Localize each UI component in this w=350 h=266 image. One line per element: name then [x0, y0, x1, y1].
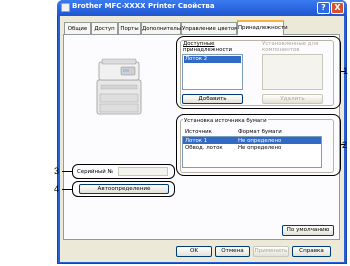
paper-source-label: Установка источника бумаги: [183, 118, 268, 124]
row-1-format: Не определено: [238, 138, 282, 144]
callout-2-number: 2: [342, 140, 348, 150]
remove-button[interactable]: Удалить: [262, 94, 323, 104]
callout-4-leader: [62, 189, 72, 190]
installed-options-label-2: компонентов: [262, 47, 300, 53]
ok-button[interactable]: OK: [176, 246, 212, 257]
apply-button[interactable]: Применить: [253, 246, 289, 257]
tab-accessories[interactable]: Принадлежности: [237, 20, 288, 35]
add-button[interactable]: Добавить: [182, 94, 243, 104]
tab-ports[interactable]: Порты: [118, 22, 141, 34]
restore-defaults-button[interactable]: По умолчанию: [282, 225, 334, 236]
source-column-header: Источник: [185, 129, 212, 135]
tab-general[interactable]: Общие: [64, 22, 91, 34]
tab-advanced[interactable]: Дополнительно: [141, 22, 187, 34]
list-item[interactable]: Лоток 2: [184, 56, 241, 63]
callout-3-leader: [62, 171, 72, 172]
tab-color-management[interactable]: Управление цветом: [181, 22, 238, 34]
cancel-button[interactable]: Отмена: [215, 246, 250, 257]
serial-number-field[interactable]: [118, 167, 168, 176]
row-1-source: Лоток 1: [185, 138, 208, 144]
printer-image: [96, 58, 142, 115]
window-title: Brother MFC-XXXX Printer Свойства: [72, 2, 215, 10]
row-2-source[interactable]: Обвод. лоток: [185, 145, 223, 151]
row-2-format: Не определено: [238, 145, 282, 151]
tab-sharing[interactable]: Доступ: [91, 22, 118, 34]
printer-app-icon: [61, 3, 70, 12]
help-button[interactable]: Справка: [292, 246, 331, 257]
help-title-button[interactable]: ?: [317, 2, 330, 14]
callout-4-number: 4: [54, 184, 60, 194]
auto-detect-button[interactable]: Автоопределение: [79, 184, 169, 194]
callout-1-number: 1: [343, 66, 349, 76]
installed-options-list[interactable]: [262, 54, 323, 90]
format-column-header: Формат бумаги: [238, 129, 282, 135]
available-options-list[interactable]: Лоток 2: [182, 54, 243, 90]
close-button[interactable]: X: [331, 2, 344, 14]
callout-3-number: 3: [54, 166, 60, 176]
available-options-label-2: принадлежности: [183, 47, 233, 53]
serial-number-label: Серийный №: [77, 169, 114, 175]
